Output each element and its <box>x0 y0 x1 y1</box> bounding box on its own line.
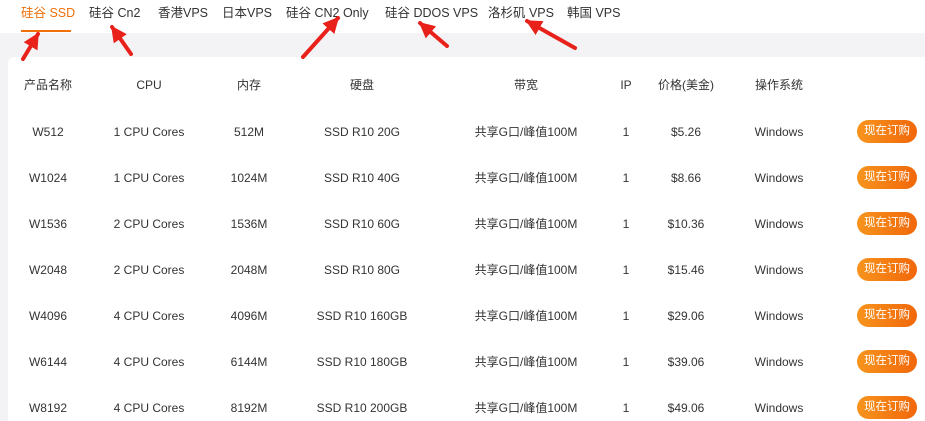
cell-disk: SSD R10 60G <box>323 217 401 231</box>
header-product-name: 产品名称 <box>23 78 73 92</box>
cell-bandwidth: 共享G口/峰值100M <box>474 263 578 277</box>
cell-cpu: 4 CPU Cores <box>113 355 185 369</box>
tab-hong-kong-vps[interactable]: 香港VPS <box>158 5 208 21</box>
header-bandwidth: 带宽 <box>513 78 539 92</box>
cell-memory: 8192M <box>230 401 268 415</box>
cell-product-name: W4096 <box>28 309 68 323</box>
cell-ip: 1 <box>622 355 630 369</box>
cell-disk: SSD R10 40G <box>323 171 401 185</box>
cell-product-name: W512 <box>32 125 64 139</box>
cell-price: $5.26 <box>670 125 702 139</box>
cell-os: Windows <box>754 171 804 185</box>
cell-memory: 1536M <box>230 217 268 231</box>
cell-bandwidth: 共享G口/峰值100M <box>474 309 578 323</box>
order-now-button[interactable]: 现在订购 <box>857 120 917 143</box>
cell-disk: SSD R10 20G <box>323 125 401 139</box>
order-now-button[interactable]: 现在订购 <box>857 304 917 327</box>
header-os: 操作系统 <box>754 78 804 92</box>
cell-ip: 1 <box>622 217 630 231</box>
tab-los-angeles-vps[interactable]: 洛杉矶 VPS <box>488 5 554 21</box>
cell-price: $29.06 <box>667 309 705 323</box>
cell-os: Windows <box>754 217 804 231</box>
cell-memory: 4096M <box>230 309 268 323</box>
cell-price: $39.06 <box>667 355 705 369</box>
cell-memory: 6144M <box>230 355 268 369</box>
cell-os: Windows <box>754 263 804 277</box>
cell-ip: 1 <box>622 125 630 139</box>
cell-os: Windows <box>754 401 804 415</box>
order-now-button[interactable]: 现在订购 <box>857 396 917 419</box>
cell-disk: SSD R10 200GB <box>316 401 408 415</box>
cell-ip: 1 <box>622 309 630 323</box>
cell-cpu: 4 CPU Cores <box>113 309 185 323</box>
header-cpu: CPU <box>136 78 162 92</box>
pricing-table-panel: 产品名称 CPU 内存 硬盘 带宽 IP 价格(美金) 操作系统 W512 1 … <box>8 57 925 421</box>
cell-disk: SSD R10 180GB <box>316 355 408 369</box>
cell-price: $49.06 <box>667 401 705 415</box>
cell-cpu: 4 CPU Cores <box>113 401 185 415</box>
cell-memory: 2048M <box>230 263 268 277</box>
tab-silicon-valley-ddos-vps[interactable]: 硅谷 DDOS VPS <box>385 5 478 21</box>
order-now-button[interactable]: 现在订购 <box>857 350 917 373</box>
cell-cpu: 2 CPU Cores <box>113 217 185 231</box>
active-tab-indicator <box>21 30 71 32</box>
cell-ip: 1 <box>622 401 630 415</box>
cell-product-name: W1536 <box>28 217 68 231</box>
header-disk: 硬盘 <box>349 78 375 92</box>
order-now-button[interactable]: 现在订购 <box>857 212 917 235</box>
cell-bandwidth: 共享G口/峰值100M <box>474 171 578 185</box>
header-memory: 内存 <box>236 78 262 92</box>
cell-ip: 1 <box>622 171 630 185</box>
cell-os: Windows <box>754 309 804 323</box>
product-tab-bar: 硅谷 SSD 硅谷 Cn2 香港VPS 日本VPS 硅谷 CN2 Only 硅谷… <box>0 0 925 33</box>
cell-bandwidth: 共享G口/峰值100M <box>474 217 578 231</box>
tab-korea-vps[interactable]: 韩国 VPS <box>567 5 621 21</box>
cell-price: $8.66 <box>670 171 702 185</box>
cell-os: Windows <box>754 355 804 369</box>
cell-price: $10.36 <box>667 217 705 231</box>
cell-bandwidth: 共享G口/峰值100M <box>474 125 578 139</box>
cell-ip: 1 <box>622 263 630 277</box>
cell-memory: 1024M <box>230 171 268 185</box>
cell-price: $15.46 <box>667 263 705 277</box>
cell-memory: 512M <box>233 125 265 139</box>
cell-cpu: 1 CPU Cores <box>113 125 185 139</box>
cell-os: Windows <box>754 125 804 139</box>
cell-bandwidth: 共享G口/峰值100M <box>474 355 578 369</box>
order-now-button[interactable]: 现在订购 <box>857 258 917 281</box>
tab-silicon-valley-cn2-only[interactable]: 硅谷 CN2 Only <box>286 5 369 21</box>
cell-product-name: W6144 <box>28 355 68 369</box>
order-now-button[interactable]: 现在订购 <box>857 166 917 189</box>
cell-bandwidth: 共享G口/峰值100M <box>474 401 578 415</box>
cell-disk: SSD R10 160GB <box>316 309 408 323</box>
cell-disk: SSD R10 80G <box>323 263 401 277</box>
cell-product-name: W2048 <box>28 263 68 277</box>
cell-product-name: W1024 <box>28 171 68 185</box>
tab-silicon-valley-ssd[interactable]: 硅谷 SSD <box>21 5 75 21</box>
cell-product-name: W8192 <box>28 401 68 415</box>
header-ip: IP <box>620 78 632 92</box>
cell-cpu: 1 CPU Cores <box>113 171 185 185</box>
cell-cpu: 2 CPU Cores <box>113 263 185 277</box>
tab-japan-vps[interactable]: 日本VPS <box>222 5 272 21</box>
tab-silicon-valley-cn2[interactable]: 硅谷 Cn2 <box>89 5 140 21</box>
header-price-usd: 价格(美金) <box>658 78 714 92</box>
